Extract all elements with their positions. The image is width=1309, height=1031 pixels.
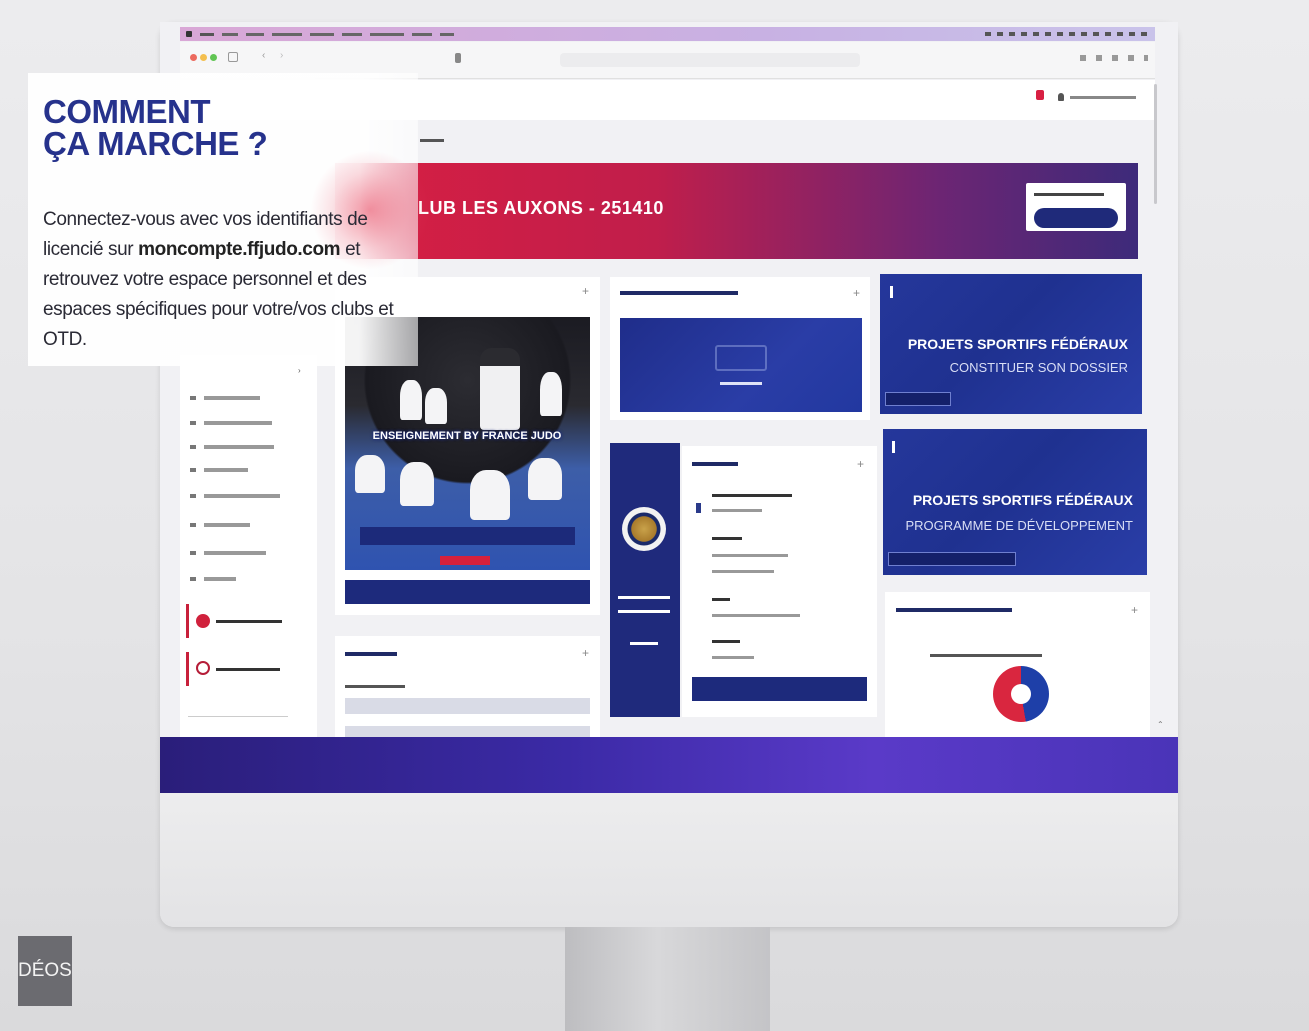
- photo-banner-title: ENSEIGNEMENT BY FRANCE JUDO: [372, 430, 562, 442]
- breadcrumb[interactable]: [420, 139, 444, 142]
- photo-caption: [360, 527, 575, 545]
- contact-value: [712, 509, 762, 512]
- user-name[interactable]: [1070, 96, 1136, 99]
- close-window-icon[interactable]: [190, 54, 197, 61]
- shield-icon[interactable]: [455, 53, 461, 63]
- club-name: [618, 610, 670, 613]
- contact-field: [712, 640, 740, 643]
- judoka-figure: [540, 372, 562, 416]
- contact-value: [712, 570, 774, 573]
- judoka-figure: [355, 455, 385, 493]
- address-bar[interactable]: [560, 53, 860, 67]
- sensei-figure: [480, 348, 520, 430]
- expand-icon[interactable]: +: [853, 286, 860, 300]
- sidebar-item[interactable]: [190, 577, 236, 581]
- sidebar-item[interactable]: [190, 396, 260, 400]
- expand-icon[interactable]: +: [582, 284, 589, 298]
- contact-value: [712, 656, 754, 659]
- scroll-up-icon[interactable]: ⌃: [1157, 720, 1164, 729]
- videos-tab[interactable]: DÉOS: [18, 936, 72, 1006]
- banner-action-button[interactable]: [1034, 208, 1118, 228]
- club-logo-icon: [196, 661, 210, 675]
- contact-field: [712, 598, 730, 601]
- club-identity-panel: [610, 443, 680, 717]
- document-row[interactable]: [345, 726, 590, 737]
- psf-card-subtitle: PROGRAMME DE DÉVELOPPEMENT: [905, 518, 1133, 533]
- stats-card-title: [620, 291, 738, 295]
- sidebar-collapse-icon[interactable]: ›: [298, 366, 301, 375]
- document-row[interactable]: [345, 698, 590, 714]
- minimize-window-icon[interactable]: [200, 54, 207, 61]
- stats-number: [715, 345, 767, 371]
- forward-arrow-icon[interactable]: ›: [280, 50, 283, 61]
- club-item-label: [216, 620, 282, 623]
- judoka-figure: [425, 388, 447, 424]
- overlay-body: Connectez-vous avec vos identifiants de …: [43, 205, 405, 355]
- judoka-figure: [528, 458, 562, 500]
- psf-card-tag[interactable]: [885, 392, 951, 406]
- judoka-figure: [400, 462, 434, 506]
- france-judo-logo: [892, 441, 925, 453]
- expand-icon[interactable]: +: [582, 646, 589, 660]
- overlay-title-line2: ÇA MARCHE ?: [43, 125, 268, 162]
- club-banner-title: LUB LES AUXONS - 251410: [418, 198, 664, 218]
- france-judo-logo: [890, 286, 923, 298]
- club-name: [618, 596, 670, 599]
- person-icon: [696, 503, 701, 513]
- psf-card-tag[interactable]: [888, 552, 1016, 566]
- club-code: [630, 642, 658, 645]
- overlay-title-line1: COMMENT: [43, 93, 210, 130]
- expand-icon[interactable]: +: [1131, 603, 1138, 617]
- sidebar-item[interactable]: [190, 551, 266, 555]
- contact-card-title: [692, 462, 738, 466]
- distribution-caption: [930, 654, 1042, 657]
- screen-footer-band: [160, 737, 1178, 793]
- sidebar-select[interactable]: [188, 708, 288, 717]
- sidebar-item[interactable]: [190, 421, 272, 425]
- sidebar-item[interactable]: [190, 445, 274, 449]
- contact-field: [712, 537, 742, 540]
- user-icon[interactable]: [1058, 93, 1064, 101]
- donut-chart-hole: [1011, 684, 1031, 704]
- monitor-chin: [160, 792, 1178, 927]
- sidebar-item[interactable]: [190, 523, 250, 527]
- sidebar-item[interactable]: [190, 494, 280, 498]
- club-seal-logo: [622, 507, 666, 551]
- contact-field: [712, 494, 792, 497]
- scrollbar[interactable]: [1154, 84, 1157, 204]
- judoka-figure: [400, 380, 422, 420]
- sidebar-toggle-icon[interactable]: [228, 52, 238, 62]
- club-logo-icon: [196, 614, 210, 628]
- banner-card-label: [1034, 193, 1104, 196]
- club-item-label: [216, 668, 280, 671]
- documents-subtitle: [345, 685, 405, 688]
- safari-toolbar-icons[interactable]: [1080, 55, 1148, 61]
- contact-value: [712, 554, 788, 557]
- sidebar-item[interactable]: [190, 468, 248, 472]
- documents-card-title: [345, 652, 397, 656]
- psf-card-title: PROJETS SPORTIFS FÉDÉRAUX: [912, 492, 1133, 508]
- overlay-title: COMMENT ÇA MARCHE ?: [43, 93, 268, 162]
- overlay-body-link: moncompte.ffjudo.com: [138, 239, 341, 260]
- back-arrow-icon[interactable]: ‹: [262, 50, 265, 61]
- stats-label: [720, 382, 762, 385]
- photo-cta-button[interactable]: [440, 556, 490, 565]
- psf-card-title: PROJETS SPORTIFS FÉDÉRAUX: [907, 336, 1128, 352]
- contact-button[interactable]: [692, 677, 867, 701]
- distribution-card-title: [896, 608, 1012, 612]
- menubar-status-icons: [985, 32, 1150, 36]
- judoka-figure: [470, 470, 510, 520]
- monitor-stand: [565, 927, 770, 1031]
- notification-icon[interactable]: [1036, 90, 1044, 100]
- news-button[interactable]: [345, 580, 590, 604]
- psf-card-subtitle: CONSTITUER SON DOSSIER: [949, 360, 1128, 375]
- zoom-window-icon[interactable]: [210, 54, 217, 61]
- expand-icon[interactable]: +: [857, 457, 864, 471]
- contact-value: [712, 614, 800, 617]
